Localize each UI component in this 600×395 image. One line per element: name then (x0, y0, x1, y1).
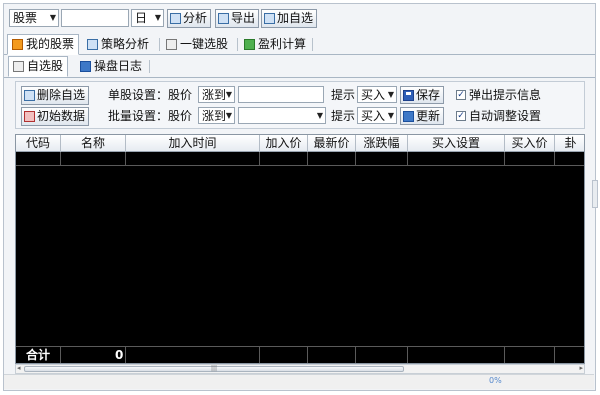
progress-text: 0% (489, 376, 502, 385)
column-header[interactable]: 代码 (16, 135, 61, 152)
auto-adjust-label: 自动调整设置 (469, 109, 542, 123)
batch-alert-select[interactable]: 买入 ▼ (357, 107, 397, 124)
col-divider (259, 346, 260, 363)
chevron-down-icon: ▼ (316, 111, 323, 120)
chevron-down-icon: ▼ (225, 111, 232, 120)
tab-strategy-analysis[interactable]: 策略分析 (83, 34, 153, 55)
analyze-button[interactable]: 分析 (167, 9, 212, 28)
blank-page-icon (166, 39, 177, 50)
app-window: 股票 ▼ 日 ▼ 分析 导出 加自选 我的股票 策略分析 一键选股 盈利计算 自… (3, 3, 598, 391)
status-bar: 0% (4, 374, 594, 389)
tab-divider (149, 60, 150, 73)
refresh-icon (403, 110, 414, 122)
column-header[interactable]: 卦 (555, 135, 584, 152)
batch-setting-label: 批量设置：股价 (108, 109, 193, 123)
tab-my-stocks[interactable]: 我的股票 (7, 34, 80, 55)
col-divider (554, 152, 555, 165)
col-divider (355, 152, 356, 165)
chevron-down-icon: ▼ (225, 90, 232, 99)
column-header[interactable]: 名称 (61, 135, 126, 152)
batch-alert-label: 提示 (331, 109, 356, 123)
col-divider (60, 152, 61, 165)
period-value: 日 (135, 11, 148, 25)
popup-label: 弹出提示信息 (469, 88, 542, 102)
column-header[interactable]: 加入时间 (126, 135, 260, 152)
category-value: 股票 (13, 11, 38, 25)
tab-quick-select[interactable]: 一键选股 (162, 34, 232, 55)
save-button[interactable]: 保存 (400, 86, 445, 104)
column-header[interactable]: 买入价 (505, 135, 555, 152)
category-select[interactable]: 股票 ▼ (9, 9, 59, 27)
table-header: 代码 名称 加入时间 加入价 最新价 涨跌幅 买入设置 买入价 卦 (16, 135, 584, 152)
col-divider (307, 152, 308, 165)
chevron-down-icon: ▼ (387, 90, 394, 99)
tab-trade-log[interactable]: 操盘日志 (76, 56, 146, 77)
window-icon (264, 13, 275, 24)
tab-divider (237, 38, 238, 51)
single-direction-select[interactable]: 涨到 ▼ (198, 86, 235, 103)
stocks-icon (12, 39, 23, 50)
column-header[interactable]: 最新价 (308, 135, 356, 152)
chart-icon (170, 13, 181, 24)
blank-page-icon (13, 61, 24, 72)
col-divider (125, 346, 126, 363)
col-divider (125, 152, 126, 165)
tab-divider (312, 38, 313, 51)
col-divider (407, 346, 408, 363)
single-alert-select[interactable]: 买入 ▼ (357, 86, 397, 103)
horizontal-scrollbar[interactable]: ◂ ||| ▸ (15, 364, 585, 374)
export-button[interactable]: 导出 (215, 9, 260, 28)
main-tab-bar: 我的股票 策略分析 一键选股 盈利计算 (4, 34, 595, 55)
footer-total-label: 合计 (26, 348, 51, 362)
stock-code-input[interactable] (61, 9, 129, 27)
popup-checkbox[interactable]: ✓ (456, 90, 466, 100)
vertical-scrollbar-thumb[interactable] (592, 180, 598, 208)
col-divider (554, 346, 555, 363)
update-button[interactable]: 更新 (400, 107, 445, 125)
col-divider (504, 152, 505, 165)
chevron-down-icon: ▼ (49, 13, 56, 22)
scroll-right-icon[interactable]: ▸ (579, 364, 583, 372)
single-price-input[interactable] (238, 86, 324, 103)
single-setting-label: 单股设置：股价 (108, 88, 193, 102)
tab-favorites[interactable]: 自选股 (8, 56, 69, 77)
col-divider (407, 152, 408, 165)
footer-total-count: 0 (115, 348, 124, 362)
auto-adjust-checkbox[interactable]: ✓ (456, 111, 466, 121)
log-icon (80, 61, 91, 72)
stock-table[interactable]: 代码 名称 加入时间 加入价 最新价 涨跌幅 买入设置 买入价 卦 合计 0 (15, 134, 585, 364)
calculator-icon (244, 39, 255, 50)
export-icon (218, 13, 229, 24)
delete-favorite-button[interactable]: 删除自选 (21, 86, 90, 105)
scroll-left-icon[interactable]: ◂ (17, 364, 21, 372)
alert-settings-panel: 删除自选 初始数据 单股设置：股价 涨到 ▼ 提示 买入 ▼ 保存 ✓ 弹出提示… (15, 81, 585, 129)
tab-profit-calc[interactable]: 盈利计算 (240, 34, 310, 55)
col-divider (355, 346, 356, 363)
document-icon (87, 39, 98, 50)
save-icon (403, 89, 414, 101)
single-alert-label: 提示 (331, 88, 356, 102)
col-divider (259, 152, 260, 165)
add-favorite-button[interactable]: 加自选 (261, 9, 318, 28)
chevron-down-icon: ▼ (154, 13, 161, 22)
column-header[interactable]: 加入价 (260, 135, 308, 152)
column-header[interactable]: 买入设置 (408, 135, 505, 152)
column-header[interactable]: 涨跌幅 (356, 135, 408, 152)
col-divider (60, 346, 61, 363)
period-select[interactable]: 日 ▼ (131, 9, 164, 27)
batch-price-select[interactable]: ▼ (238, 107, 326, 124)
sub-tab-bar: 自选股 操盘日志 (4, 56, 204, 77)
chevron-down-icon: ▼ (387, 111, 394, 120)
row-divider (16, 165, 584, 166)
col-divider (307, 346, 308, 363)
document-icon (24, 111, 35, 122)
divider (4, 77, 595, 78)
window-icon (24, 90, 35, 101)
row-divider (16, 346, 584, 347)
batch-direction-select[interactable]: 涨到 ▼ (198, 107, 235, 124)
scrollbar-thumb[interactable]: ||| (24, 366, 404, 372)
col-divider (504, 346, 505, 363)
tab-divider (159, 38, 160, 51)
init-data-button[interactable]: 初始数据 (21, 107, 90, 126)
